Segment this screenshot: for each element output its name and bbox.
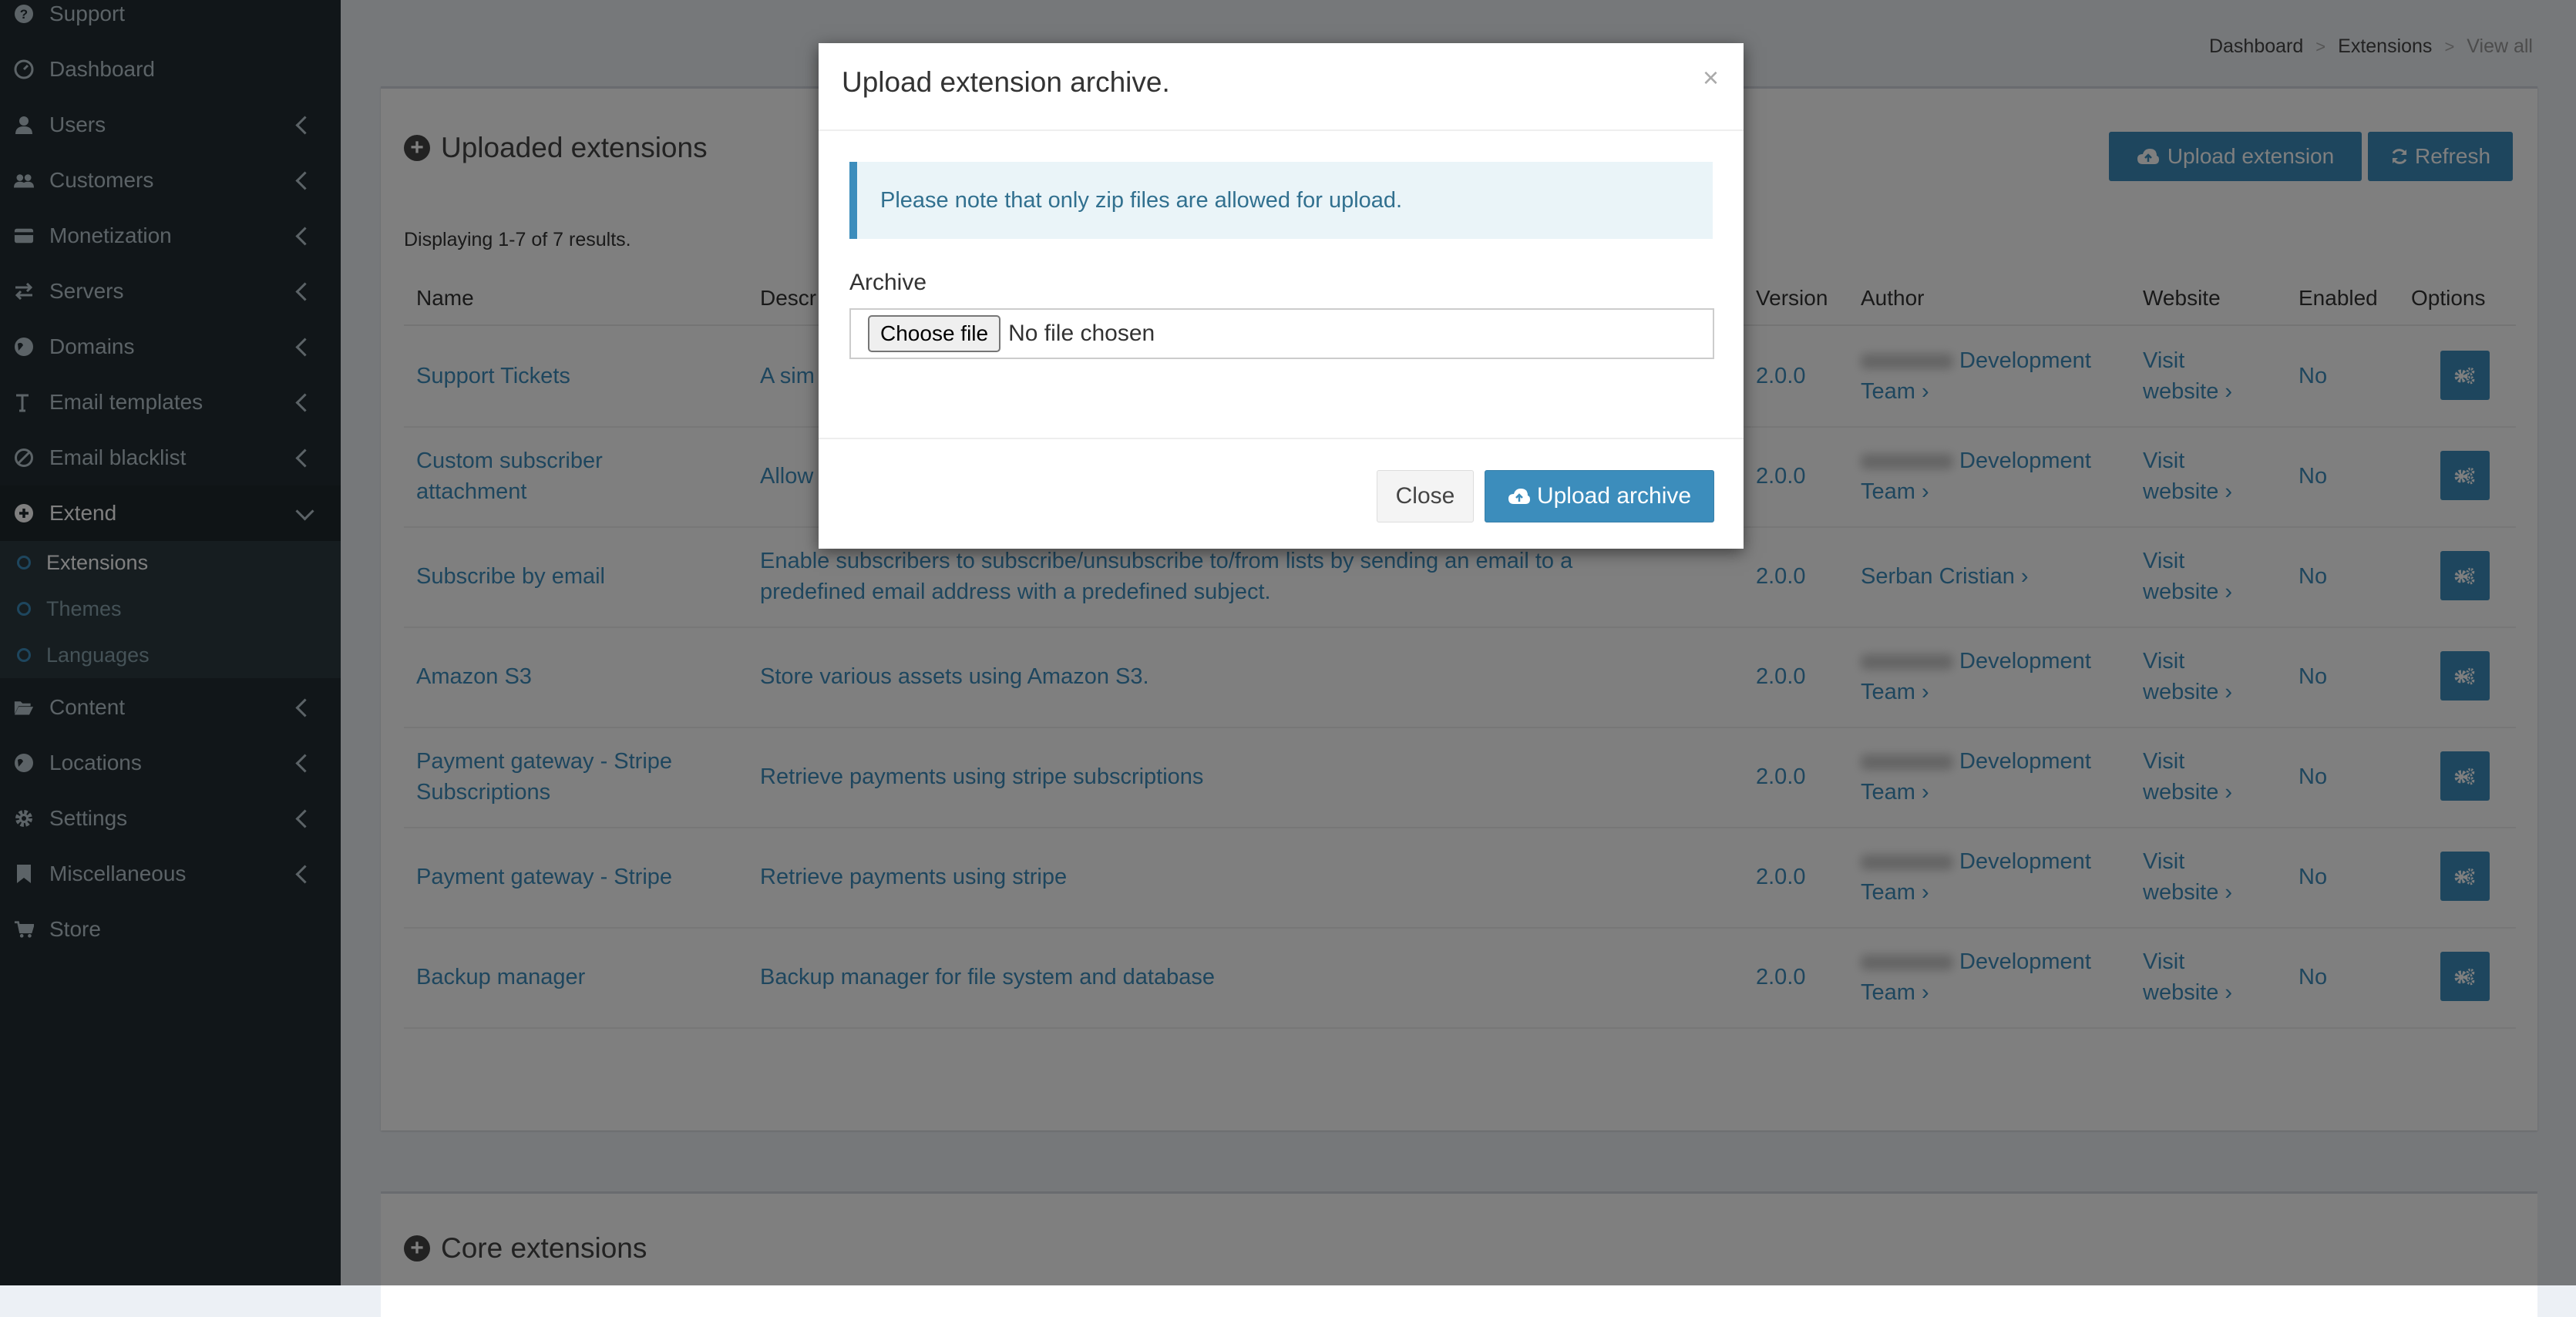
modal-footer: Close Upload archive (819, 438, 1744, 550)
choose-file-button[interactable]: Choose file (868, 315, 1001, 352)
info-alert: Please note that only zip files are allo… (849, 162, 1713, 239)
modal-title: Upload extension archive. (842, 66, 1170, 98)
upload-archive-button[interactable]: Upload archive (1485, 470, 1714, 522)
modal-header: Upload extension archive. × (819, 43, 1744, 131)
upload-extension-modal: Upload extension archive. × Please note … (819, 43, 1744, 549)
close-icon[interactable]: × (1703, 62, 1719, 94)
cloud-upload-icon (1508, 489, 1530, 504)
file-status: No file chosen (1008, 321, 1155, 346)
archive-label: Archive (849, 270, 927, 295)
upload-archive-label: Upload archive (1536, 483, 1692, 509)
archive-file-input[interactable]: Choose file No file chosen (849, 308, 1714, 359)
close-button[interactable]: Close (1377, 470, 1474, 522)
